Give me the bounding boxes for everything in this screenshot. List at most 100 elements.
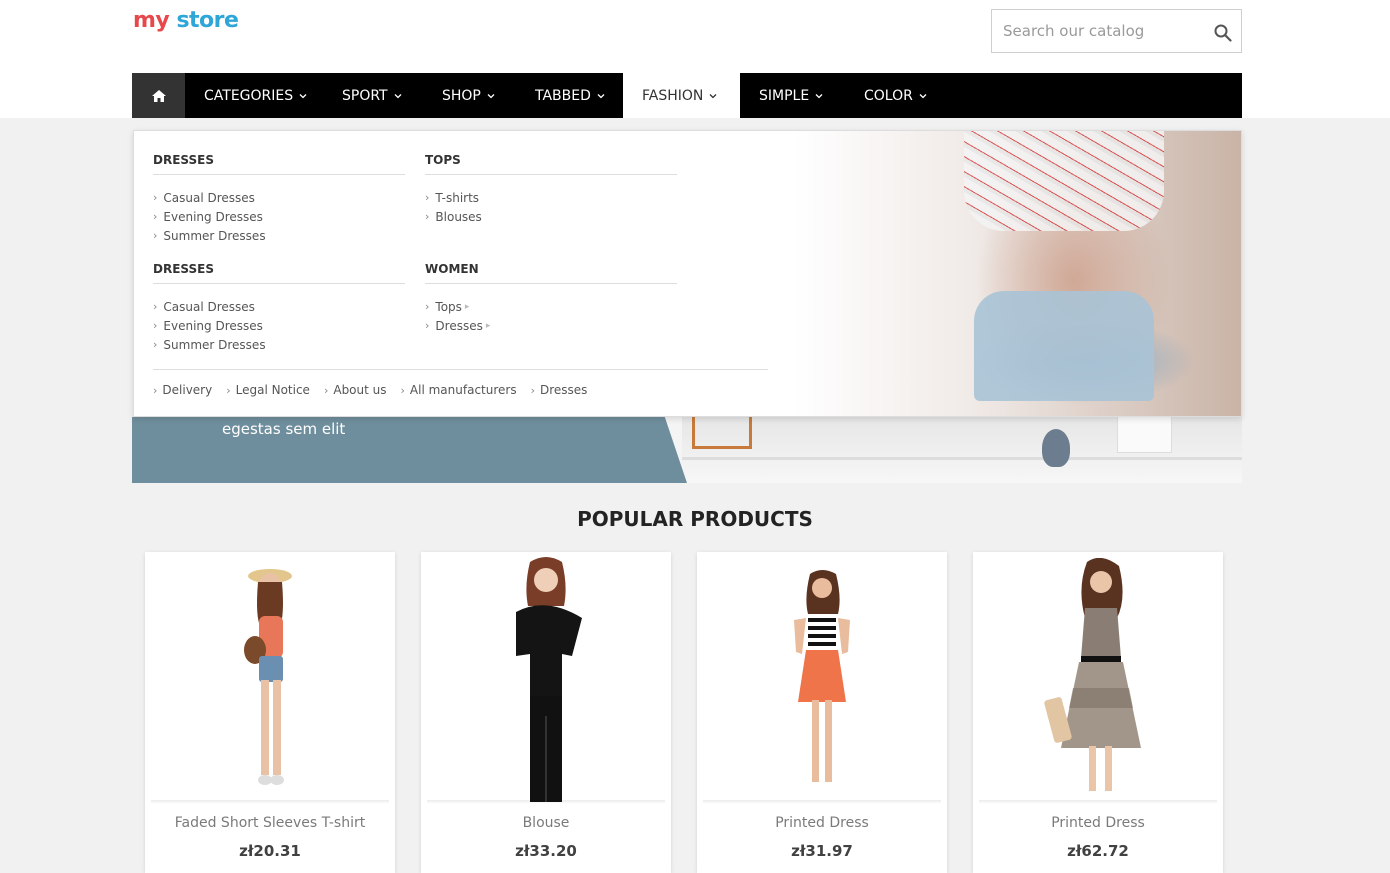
footer-link-label: Delivery [162, 383, 213, 397]
product-name[interactable]: Printed Dress [697, 815, 947, 831]
product-photo-model [794, 570, 850, 782]
menu-link[interactable]: › Summer Dresses [153, 226, 405, 245]
footer-link-all-manufacturers[interactable]: › All manufacturers [401, 383, 517, 397]
product-card[interactable]: Printed Dress zł31.97 [697, 552, 947, 873]
nav-item-simple[interactable]: SIMPLE [740, 73, 842, 118]
menu-link[interactable]: › Tops ▸ [425, 297, 677, 316]
nav-item-fashion[interactable]: FASHION [623, 73, 740, 118]
product-photo-model [516, 557, 582, 802]
menu-column-title[interactable]: TOPS [425, 153, 677, 175]
product-photo-model [244, 569, 292, 785]
product-price: zł31.97 [791, 842, 853, 860]
footer-link-delivery[interactable]: › Delivery [153, 383, 212, 397]
menu-column-women: WOMEN › Tops ▸ › Dresses ▸ [425, 262, 677, 335]
nav-item-shop[interactable]: SHOP [423, 73, 514, 118]
product-name[interactable]: Blouse [421, 815, 671, 831]
store-logo[interactable]: my store [133, 8, 239, 33]
submenu-arrow-icon: ▸ [485, 320, 491, 331]
footer-link-dresses[interactable]: › Dresses [531, 383, 588, 397]
menu-column-title[interactable]: WOMEN [425, 262, 677, 284]
product-name[interactable]: Faded Short Sleeves T-shirt [145, 815, 395, 831]
menu-link[interactable]: › Casual Dresses [153, 297, 405, 316]
menu-column-tops: TOPS › T-shirts › Blouses [425, 153, 677, 226]
submenu-arrow-icon: ▸ [464, 301, 470, 312]
product-price: zł62.72 [1067, 842, 1129, 860]
chevron-down-icon [709, 93, 717, 98]
search-icon[interactable] [1214, 24, 1232, 42]
product-image[interactable] [973, 552, 1223, 802]
homepage-slider[interactable]: egestas sem elit [132, 417, 1242, 483]
search-box [991, 9, 1242, 53]
chevron-right-icon: › [530, 384, 535, 397]
product-card[interactable]: Printed Dress zł62.72 [973, 552, 1223, 873]
logo-part-my: my [133, 8, 170, 33]
chevron-right-icon: › [153, 191, 158, 204]
chevron-right-icon: › [153, 338, 158, 351]
mega-menu-footer-links: › Delivery › Legal Notice › About us › All m… [153, 369, 768, 397]
product-card[interactable]: Faded Short Sleeves T-shirt zł20.31 [145, 552, 395, 873]
slider-caption-panel [132, 417, 687, 483]
menu-link[interactable]: › Evening Dresses [153, 207, 405, 226]
menu-column-title[interactable]: DRESSES [153, 153, 405, 175]
card-divider [151, 800, 389, 804]
nav-item-label: SHOP [442, 87, 481, 104]
nav-home-button[interactable] [132, 73, 185, 118]
chevron-right-icon: › [425, 191, 430, 204]
menu-link[interactable]: › T-shirts [425, 188, 677, 207]
product-image[interactable] [145, 552, 395, 802]
chevron-down-icon [597, 93, 605, 98]
product-price: zł20.31 [239, 842, 301, 860]
menu-column-title[interactable]: DRESSES [153, 262, 405, 284]
menu-link-label: Evening Dresses [163, 318, 263, 333]
slider-shelf [682, 457, 1242, 460]
chevron-down-icon [815, 93, 823, 98]
nav-item-color[interactable]: COLOR [845, 73, 946, 118]
nav-item-sport[interactable]: SPORT [323, 73, 421, 118]
slider-jar [1117, 417, 1172, 453]
menu-link[interactable]: › Summer Dresses [153, 335, 405, 354]
footer-link-about-us[interactable]: › About us [324, 383, 387, 397]
logo-part-store: store [176, 8, 239, 33]
product-card[interactable]: Blouse zł33.20 [421, 552, 671, 873]
main-navigation: CATEGORIES SPORT SHOP TABBED FASHION SIM… [132, 73, 1242, 118]
nav-item-label: COLOR [864, 87, 913, 104]
product-image[interactable] [421, 552, 671, 802]
site-header: my store CATEGORIES SPORT SHOP TABBED [0, 0, 1390, 118]
chevron-down-icon [299, 93, 307, 98]
chevron-right-icon: › [153, 319, 158, 332]
nav-item-categories[interactable]: CATEGORIES [185, 73, 326, 118]
menu-link-label: Casual Dresses [163, 190, 255, 205]
slider-caption: egestas sem elit [222, 420, 346, 438]
chevron-right-icon: › [153, 300, 158, 313]
footer-link-label: All manufacturers [409, 383, 517, 397]
menu-link-label: Dresses [435, 318, 483, 333]
footer-link-label: Dresses [540, 383, 588, 397]
popular-products-title: POPULAR PRODUCTS [577, 507, 813, 531]
slider-vase [1042, 429, 1070, 467]
nav-item-tabbed[interactable]: TABBED [516, 73, 624, 118]
menu-column-dresses-2: DRESSES › Casual Dresses › Evening Dresses… [153, 262, 405, 354]
menu-link-label: Evening Dresses [163, 209, 263, 224]
chevron-right-icon: › [425, 300, 430, 313]
menu-link[interactable]: › Dresses ▸ [425, 316, 677, 335]
menu-link-label: Casual Dresses [163, 299, 255, 314]
banner-shirt [964, 131, 1164, 231]
menu-link[interactable]: › Blouses [425, 207, 677, 226]
chevron-right-icon: › [323, 384, 329, 397]
card-divider [979, 800, 1217, 804]
chevron-down-icon [487, 93, 495, 98]
menu-link[interactable]: › Evening Dresses [153, 316, 405, 335]
footer-link-legal-notice[interactable]: › Legal Notice [226, 383, 310, 397]
product-name[interactable]: Printed Dress [973, 815, 1223, 831]
nav-item-label: SIMPLE [759, 87, 810, 104]
chevron-right-icon: › [226, 384, 231, 397]
banner-shorts [974, 291, 1154, 401]
slider-lantern [692, 417, 752, 449]
product-price: zł33.20 [515, 842, 577, 860]
nav-item-label: TABBED [535, 87, 591, 104]
search-input[interactable] [992, 10, 1202, 52]
menu-link[interactable]: › Casual Dresses [153, 188, 405, 207]
product-image[interactable] [697, 552, 947, 802]
chevron-right-icon: › [425, 210, 430, 223]
nav-item-label: SPORT [342, 87, 388, 104]
